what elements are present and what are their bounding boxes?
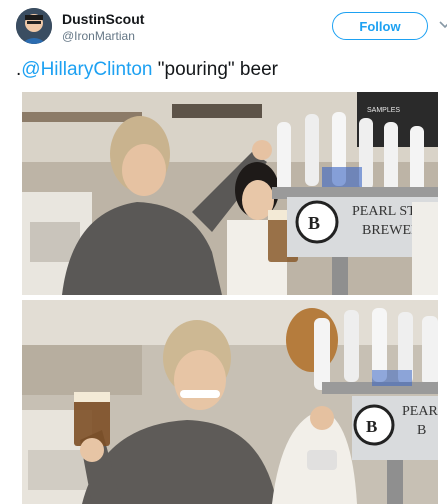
tweet-card: DustinScout @IronMartian Follow .@Hillar… [0,0,447,504]
svg-text:B: B [366,417,377,436]
display-name[interactable]: DustinScout [62,10,144,28]
chevron-down-icon[interactable] [438,18,447,32]
photo-top[interactable]: SAMPLES B PEARL ST BREWER [22,92,438,295]
tweet-media[interactable]: SAMPLES B PEARL ST BREWER B PEAR B [22,92,438,504]
tweet-rest: "pouring" beer [152,59,278,80]
tap-sign-text-bottom: PEAR [402,404,438,419]
follow-button[interactable]: Follow [332,12,428,40]
mention-link[interactable]: @HillaryClinton [21,59,152,80]
follow-label: Follow [359,18,401,34]
tap-sign-text: PEARL ST [352,204,416,219]
svg-text:B: B [308,213,320,233]
menu-board-text: SAMPLES [367,107,400,114]
user-names: DustinScout @IronMartian [62,10,144,44]
avatar-icon [16,8,52,44]
photo-bottom[interactable]: B PEAR B [22,300,438,504]
tweet-text: .@HillaryClinton "pouring" beer [16,58,278,82]
tap-sign-text-bottom-2: B [417,423,426,438]
tweet-header: DustinScout @IronMartian Follow [16,8,447,48]
avatar[interactable] [16,8,52,44]
user-handle[interactable]: @IronMartian [62,28,144,44]
